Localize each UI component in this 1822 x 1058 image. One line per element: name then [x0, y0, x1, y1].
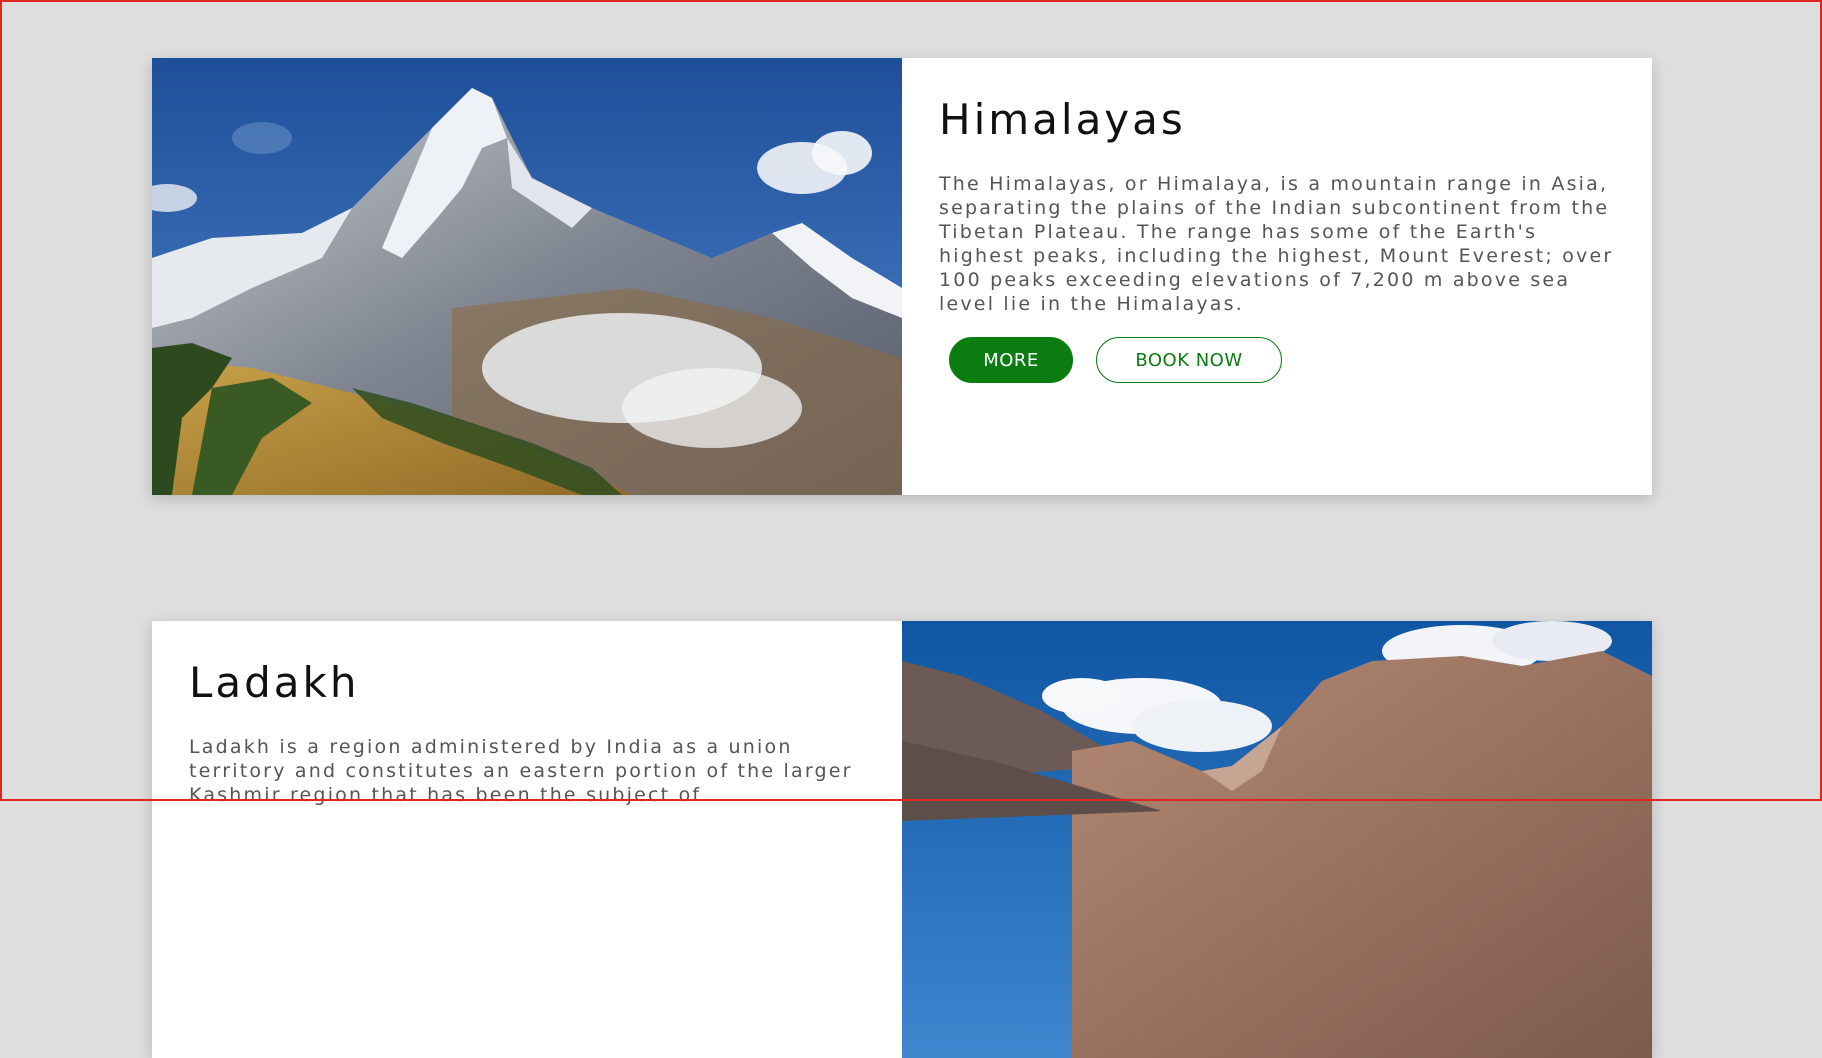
card-title: Himalayas	[939, 95, 1186, 144]
more-button[interactable]: MORE	[949, 337, 1073, 383]
himalayas-content: Himalayas The Himalayas, or Himalaya, is…	[902, 58, 1652, 495]
card-description: Ladakh is a region administered by India…	[189, 736, 853, 806]
ladakh-content: Ladakh Ladakh is a region administered b…	[152, 621, 902, 1058]
card-description: The Himalayas, or Himalaya, is a mountai…	[939, 173, 1614, 315]
destination-card-himalayas: Himalayas The Himalayas, or Himalaya, is…	[152, 58, 1652, 495]
card-actions: MORE BOOK NOW	[939, 337, 1614, 383]
himalayas-image	[152, 58, 902, 495]
book-now-button[interactable]: BOOK NOW	[1096, 337, 1282, 383]
ladakh-image	[902, 621, 1652, 1058]
destination-card-ladakh: Ladakh Ladakh is a region administered b…	[152, 621, 1652, 1058]
card-title: Ladakh	[189, 658, 360, 707]
